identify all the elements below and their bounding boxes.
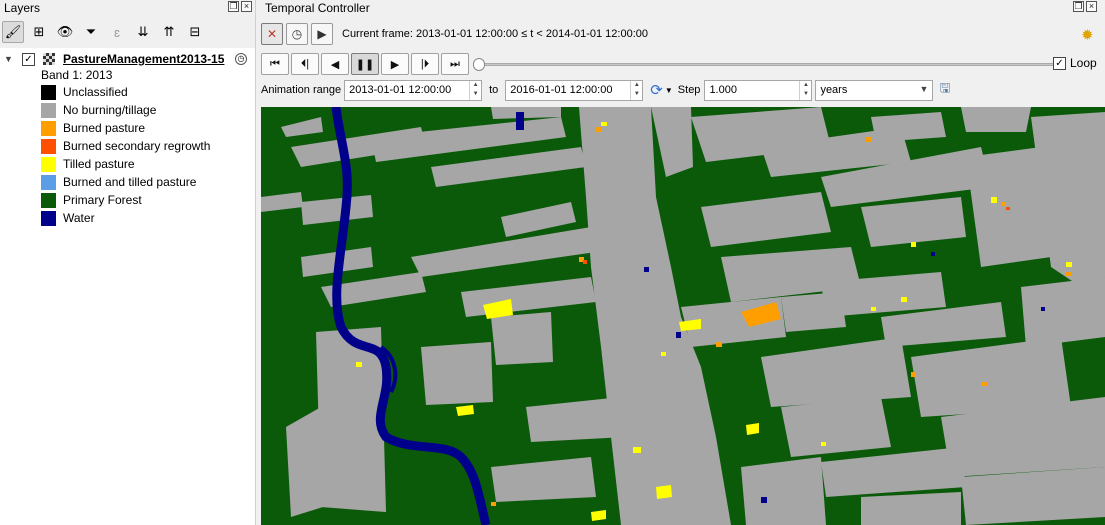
- map-canvas[interactable]: [261, 107, 1105, 525]
- close-icon[interactable]: ×: [241, 1, 252, 12]
- loop-toggle[interactable]: ✓ Loop: [1053, 56, 1097, 70]
- skip-to-end-button[interactable]: ⏭: [441, 53, 469, 75]
- temporal-controller-panel: Temporal Controller ❐ × ✕ ◷ ▶ Current fr…: [257, 0, 1105, 106]
- play-forward-button[interactable]: ▶: [381, 53, 409, 75]
- animation-range-row: Animation range 2013-01-01 12:00:00 ▲ ▼ t…: [261, 78, 951, 102]
- previous-frame-button[interactable]: ⏴|: [291, 53, 319, 75]
- temporal-clock-icon: ◷: [235, 53, 247, 65]
- settings-gear-icon[interactable]: ✹: [1081, 26, 1094, 44]
- legend-label: Tilled pasture: [63, 157, 135, 171]
- current-frame-label: Current frame: 2013-01-01 12:00:00 ≤ t <…: [342, 28, 648, 40]
- dropdown-arrow-icon[interactable]: ▼: [665, 86, 673, 95]
- spin-arrows-icon[interactable]: ▲ ▼: [630, 80, 642, 100]
- legend-label: Primary Forest: [63, 193, 142, 207]
- export-save-icon[interactable]: 🖫: [939, 79, 950, 101]
- step-input[interactable]: 1.000 ▲ ▼: [704, 79, 813, 101]
- layers-toolbar: 🖌 ⊞ 👁 ⏷ ɛ ⇊ ⇈ ⊟: [0, 18, 256, 46]
- fixed-range-clock-button[interactable]: ◷: [286, 23, 308, 45]
- float-icon[interactable]: ❐: [1073, 1, 1084, 12]
- legend-swatch: [41, 156, 56, 172]
- step-value: 1.000: [709, 84, 737, 96]
- to-label: to: [489, 84, 499, 96]
- range-start-value: 2013-01-01 12:00:00: [349, 84, 452, 96]
- layer-visibility-checkbox[interactable]: ✓: [22, 52, 35, 66]
- animation-range-label: Animation range: [261, 84, 342, 96]
- range-end-input[interactable]: 2016-01-01 12:00:00 ▲ ▼: [505, 79, 644, 101]
- chevron-down-icon: ▼: [919, 83, 929, 94]
- step-unit-select[interactable]: years ▼: [815, 79, 934, 101]
- loop-label: Loop: [1070, 56, 1097, 70]
- layer-styling-icon[interactable]: 🖌: [2, 21, 24, 43]
- band-label: Band 1: 2013: [41, 68, 113, 82]
- legend-swatch: [41, 102, 56, 118]
- spin-arrows-icon[interactable]: ▲ ▼: [799, 80, 811, 100]
- expand-all-icon[interactable]: ⇊: [132, 21, 154, 43]
- filter-expression-icon[interactable]: ɛ: [106, 21, 128, 43]
- layer-name[interactable]: PastureManagement2013-15: [63, 52, 224, 66]
- legend-label: Burned pasture: [63, 121, 146, 135]
- legend-item[interactable]: Burned and tilled pasture: [41, 174, 196, 190]
- legend-swatch: [41, 210, 56, 226]
- timeline-slider-handle[interactable]: [473, 58, 485, 71]
- legend-item[interactable]: Tilled pasture: [41, 156, 135, 172]
- legend-item[interactable]: Burned secondary regrowth: [41, 138, 210, 154]
- refresh-range-icon[interactable]: ⟳: [650, 81, 663, 99]
- frame-row: ✕ ◷ ▶ Current frame: 2013-01-01 12:00:00…: [261, 22, 648, 46]
- visibility-eye-icon[interactable]: 👁: [54, 21, 76, 43]
- legend-swatch: [41, 138, 56, 154]
- legend-item[interactable]: Burned pasture: [41, 120, 145, 136]
- legend-label: No burning/tillage: [63, 103, 157, 117]
- layers-tree: ▼ ✓ PastureManagement2013-15 ◷ Band 1: 2…: [0, 48, 255, 525]
- legend-label: Unclassified: [63, 85, 128, 99]
- legend-swatch: [41, 192, 56, 208]
- legend-item[interactable]: No burning/tillage: [41, 102, 156, 118]
- legend-label: Burned secondary regrowth: [63, 139, 211, 153]
- loop-checkbox[interactable]: ✓: [1053, 56, 1066, 70]
- add-group-icon[interactable]: ⊞: [28, 21, 50, 43]
- collapse-arrow-icon[interactable]: ▼: [4, 54, 14, 64]
- range-start-input[interactable]: 2013-01-01 12:00:00 ▲ ▼: [344, 79, 483, 101]
- temporal-dock-controls: ❐ ×: [1073, 1, 1097, 12]
- layer-row[interactable]: ▼ ✓ PastureManagement2013-15 ◷: [0, 51, 255, 67]
- temporal-off-button[interactable]: ✕: [261, 23, 283, 45]
- next-frame-button[interactable]: |⏵: [411, 53, 439, 75]
- map-raster: [261, 107, 1105, 525]
- legend-item[interactable]: Unclassified: [41, 84, 128, 100]
- float-icon[interactable]: ❐: [228, 1, 239, 12]
- play-backward-button[interactable]: ◀: [321, 53, 349, 75]
- animated-navigation-button[interactable]: ▶: [311, 23, 333, 45]
- rewind-to-start-button[interactable]: ⏮: [261, 53, 289, 75]
- layers-panel: Layers ❐ × 🖌 ⊞ 👁 ⏷ ɛ ⇊ ⇈ ⊟ ▼ ✓ PastureMa…: [0, 0, 256, 525]
- legend-swatch: [41, 174, 56, 190]
- legend-item[interactable]: Water: [41, 210, 95, 226]
- layers-dock-controls: ❐ ×: [228, 1, 252, 12]
- legend-swatch: [41, 84, 56, 100]
- legend-item[interactable]: Primary Forest: [41, 192, 142, 208]
- timeline-slider[interactable]: [473, 58, 1054, 71]
- step-unit-value: years: [820, 84, 848, 96]
- legend-label: Water: [63, 211, 95, 225]
- filter-icon[interactable]: ⏷: [80, 21, 102, 43]
- animation-navigation: ⏮ ⏴| ◀ ❚❚ ▶ |⏵ ⏭: [261, 52, 469, 76]
- legend-swatch: [41, 120, 56, 136]
- step-label: Step: [677, 84, 701, 96]
- collapse-all-icon[interactable]: ⇈: [158, 21, 180, 43]
- close-icon[interactable]: ×: [1086, 1, 1097, 12]
- raster-layer-icon: [43, 53, 55, 65]
- remove-layer-icon[interactable]: ⊟: [184, 21, 206, 43]
- legend-label: Burned and tilled pasture: [63, 175, 197, 189]
- pause-button[interactable]: ❚❚: [351, 53, 379, 75]
- temporal-panel-title: Temporal Controller: [265, 1, 370, 15]
- range-end-value: 2016-01-01 12:00:00: [510, 84, 613, 96]
- layers-panel-title: Layers: [4, 1, 41, 15]
- spin-arrows-icon[interactable]: ▲ ▼: [469, 80, 481, 100]
